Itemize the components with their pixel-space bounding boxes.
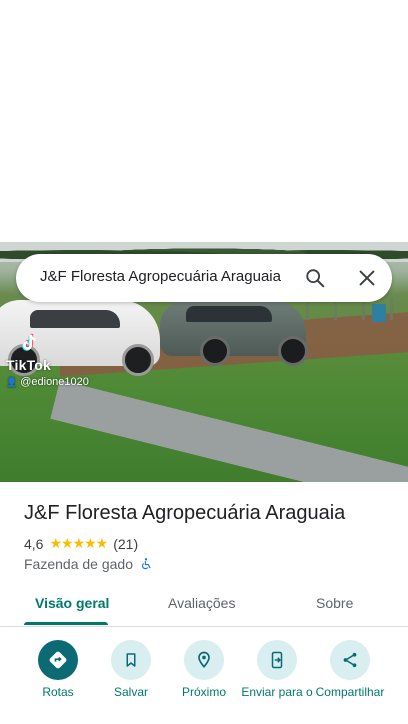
tab-visao-geral[interactable]: Visão geral [35,595,109,611]
place-title: J&F Floresta Agropecuária Araguaia [24,502,346,524]
directions-icon [49,651,67,669]
tiktok-user: 👤 @edione1020 [6,376,89,388]
share-button[interactable]: Compartilhar [310,640,390,699]
rating-row[interactable]: 4,6 ★★★★★ (21) [24,535,138,552]
place-category: Fazenda de gado [24,556,133,572]
send-to-phone-icon [271,651,283,669]
share-label: Compartilhar [315,685,385,699]
user-icon: 👤 [6,376,18,387]
save-label: Salvar [113,685,148,699]
tab-sobre[interactable]: Sobre [316,595,353,611]
place-tabs: Visão geral Avaliações Sobre [0,586,408,627]
search-bar[interactable]: J&F Floresta Agropecuária Araguaia [16,254,392,302]
category-row: Fazenda de gado [24,556,153,572]
star-rating-icon: ★★★★★ [49,535,108,551]
tiktok-username: @edione1020 [20,376,89,388]
send-to-phone-button[interactable]: Enviar para o [237,640,317,699]
nearby-circle [184,640,224,680]
directions-circle [38,640,78,680]
directions-label: Rotas [42,685,74,699]
review-count: (21) [113,535,139,552]
search-icon[interactable] [304,267,326,289]
nearby-button[interactable]: Próximo [164,640,244,699]
save-circle [111,640,151,680]
send-to-phone-label: Enviar para o [241,685,313,699]
photo-bin [372,304,386,322]
photo-sidewalk [50,380,408,482]
share-icon [343,652,357,668]
wheelchair-accessible-icon [141,558,151,570]
tiktok-brand: TikTok [6,357,52,373]
nearby-icon [198,651,210,668]
rating-value: 4,6 [24,535,44,552]
close-icon[interactable] [356,267,378,289]
action-bar: Rotas Salvar Próximo Enviar para o Compa… [0,640,408,724]
bookmark-icon [126,653,136,667]
directions-button[interactable]: Rotas [18,640,98,699]
tiktok-watermark: TikTok 👤 @edione1020 [6,332,89,388]
nearby-label: Próximo [181,685,226,699]
tiktok-logo-icon [22,333,36,351]
save-button[interactable]: Salvar [91,640,171,699]
share-circle [330,640,370,680]
photo-gray-car [160,300,308,366]
active-tab-indicator [24,622,108,625]
send-to-phone-circle [257,640,297,680]
search-input[interactable]: J&F Floresta Agropecuária Araguaia [40,268,290,285]
tab-avaliacoes[interactable]: Avaliações [168,595,235,611]
